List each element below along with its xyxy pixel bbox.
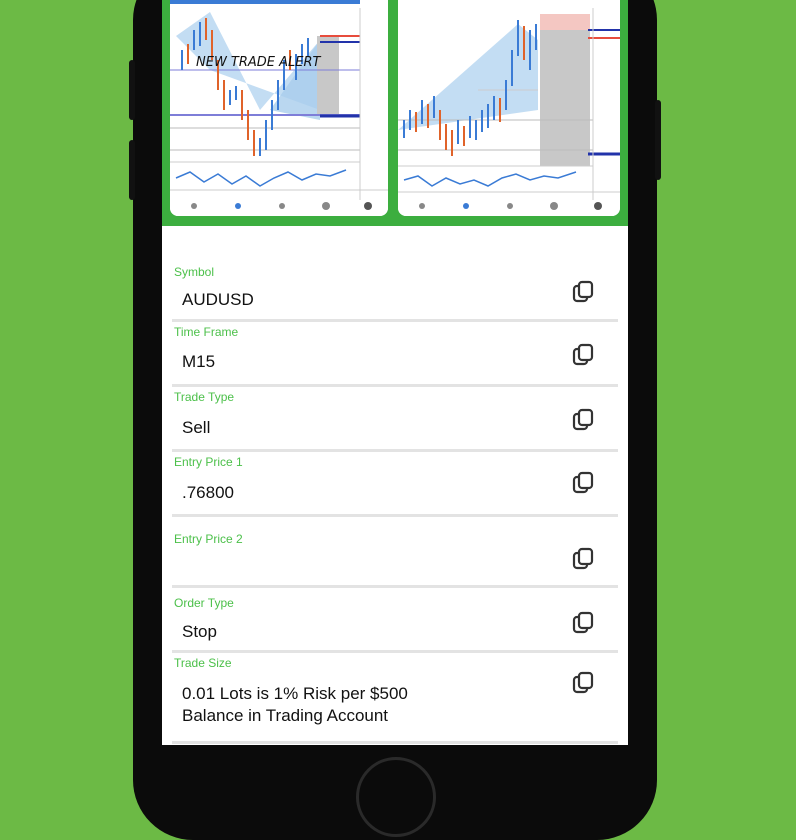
home-button[interactable] [356, 757, 436, 837]
power-button [655, 100, 661, 180]
field-label: Entry Price 1 [174, 455, 243, 469]
field-label: Order Type [174, 596, 234, 610]
field-row-trade-type: Trade Type Sell [172, 387, 618, 452]
copy-icon[interactable] [572, 671, 594, 695]
chart-annotation: NEW TRADE ALERT [196, 55, 322, 70]
chart-screenshot-left[interactable]: NEW TRADE ALERT [170, 0, 388, 216]
field-value: Stop [182, 622, 217, 641]
field-label: Trade Size [174, 656, 232, 670]
copy-icon[interactable] [572, 343, 594, 367]
copy-icon[interactable] [572, 471, 594, 495]
field-row-order-type: Order Type Stop [172, 588, 618, 653]
chart-image-right [398, 0, 620, 216]
field-label: Trade Type [174, 390, 235, 404]
field-value: .76800 [182, 483, 234, 502]
field-row-entry-price-2: Entry Price 2 [172, 517, 618, 588]
copy-icon[interactable] [572, 280, 594, 304]
field-value: AUDUSD [182, 290, 254, 309]
field-row-time-frame: Time Frame M15 [172, 322, 618, 387]
field-row-symbol: Symbol AUDUSD [172, 262, 618, 322]
app-screen: NEW TRADE ALERT Symbol AUDUSD Time Frame… [162, 0, 628, 745]
field-label: Symbol [174, 265, 215, 279]
field-value: Sell [182, 418, 211, 437]
field-value: 0.01 Lots is 1% Risk per $500 Balance in… [182, 684, 408, 725]
volume-button [129, 140, 135, 200]
copy-icon[interactable] [572, 408, 594, 432]
field-row-trade-size: Trade Size 0.01 Lots is 1% Risk per $500… [172, 653, 618, 744]
trade-details-list: Symbol AUDUSD Time Frame M15 Trade Type … [172, 262, 618, 744]
field-label: Entry Price 2 [174, 532, 243, 546]
copy-icon[interactable] [572, 611, 594, 635]
field-label: Time Frame [174, 325, 239, 339]
chart-screenshot-right[interactable] [398, 0, 620, 216]
chart-image-left: NEW TRADE ALERT [170, 0, 388, 216]
chart-screenshots: NEW TRADE ALERT [162, 0, 628, 226]
volume-button [129, 60, 135, 120]
copy-icon[interactable] [572, 547, 594, 571]
field-row-entry-price-1: Entry Price 1 .76800 [172, 452, 618, 517]
field-value: M15 [182, 352, 216, 371]
